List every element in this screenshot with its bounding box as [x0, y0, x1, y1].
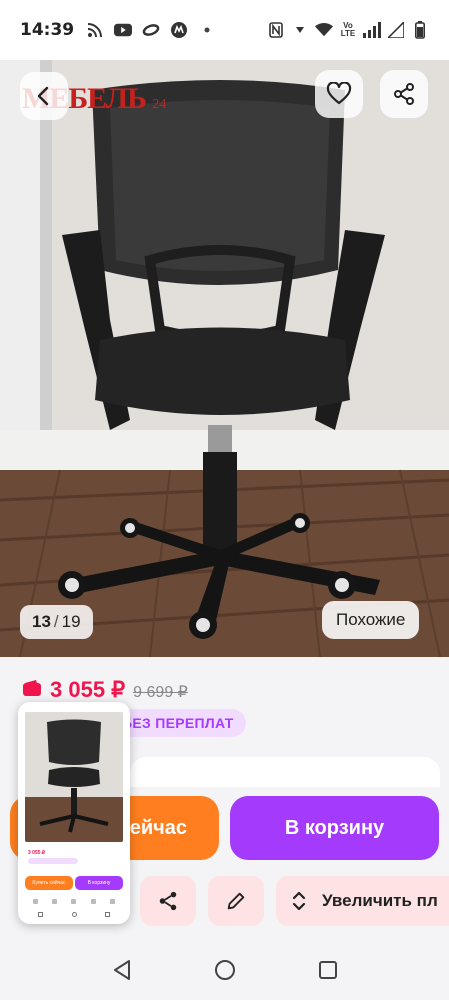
- nav-recents-button[interactable]: [314, 956, 342, 984]
- nav-back-button[interactable]: [108, 956, 136, 984]
- brand-logo-number: 24: [152, 97, 167, 112]
- old-price: 9 699 ₽: [133, 684, 188, 701]
- square-recents-icon: [318, 961, 337, 979]
- back-button[interactable]: [20, 72, 68, 120]
- edit-button[interactable]: [208, 876, 264, 926]
- wifi-icon: [315, 21, 333, 39]
- zoom-button[interactable]: Увеличить пл: [276, 876, 449, 926]
- nav-home-button[interactable]: [211, 956, 239, 984]
- thumbnail-badge: [28, 858, 78, 864]
- triangle-back-icon: [113, 960, 130, 980]
- signal-icon: [363, 21, 381, 39]
- share-button[interactable]: [380, 70, 428, 118]
- add-to-cart-label: В корзину: [284, 816, 385, 839]
- pencil-icon: [227, 892, 245, 910]
- add-to-cart-button[interactable]: В корзину: [230, 796, 439, 860]
- screenshot-thumbnail[interactable]: 3 055 ₽ Купить сейчас В корзину: [18, 702, 130, 924]
- ring-icon: [142, 21, 160, 39]
- current-price: 3 055 ₽: [50, 677, 126, 702]
- favorite-button[interactable]: [315, 70, 363, 118]
- promo-badge: БЕЗ ПЕРЕПЛАТ: [110, 709, 246, 737]
- signal-icon-2: [387, 21, 405, 39]
- megamarket-icon: [170, 21, 188, 39]
- heart-icon: [326, 82, 352, 105]
- battery-icon: [411, 21, 429, 39]
- share-icon: [394, 83, 414, 105]
- image-counter-current: 13: [32, 612, 51, 631]
- system-nav-bar: [0, 940, 449, 1000]
- product-photo-chair: [0, 60, 449, 657]
- zoom-label: Увеличить пл: [322, 891, 438, 910]
- promo-badge-text: БЕЗ ПЕРЕПЛАТ: [122, 715, 234, 731]
- rss-icon: [86, 21, 104, 39]
- status-bar: 14:39 Vo LTE: [0, 0, 449, 60]
- image-counter-separator: /: [53, 612, 59, 631]
- circle-home-icon: [214, 960, 235, 980]
- youtube-icon: [114, 21, 133, 39]
- status-time: 14:39: [20, 20, 75, 40]
- nfc-icon: [267, 21, 285, 39]
- image-counter: 13 / 19: [20, 605, 93, 639]
- wallet-icon: [23, 680, 41, 696]
- expand-vertical-icon: [292, 891, 306, 911]
- dot-icon: [198, 21, 216, 39]
- thumbnail-price: 3 055 ₽: [28, 850, 46, 856]
- thumbnail-image: [25, 712, 123, 842]
- similar-products-button[interactable]: Похожие: [322, 601, 420, 639]
- info-card: [130, 757, 440, 787]
- thumbnail-buy-now: Купить сейчас: [25, 876, 73, 890]
- thumbnail-add-to-cart: В корзину: [75, 876, 123, 890]
- thumbnail-tab-bar: [26, 896, 122, 906]
- vibrate-icon: [291, 21, 309, 39]
- buy-now-label: ейчас: [129, 816, 187, 839]
- image-counter-total: 19: [61, 612, 81, 631]
- volte-icon: Vo LTE: [340, 21, 356, 38]
- price-row: 3 055 ₽ 9 699 ₽: [22, 677, 188, 703]
- share-icon: [159, 891, 177, 911]
- chevron-left-icon: [37, 86, 49, 106]
- share-product-button[interactable]: [140, 876, 196, 926]
- product-image-gallery[interactable]: МЕБЕЛЬ 24 13 / 19 Похожие: [0, 60, 449, 657]
- thumbnail-nav-bar: [38, 910, 110, 918]
